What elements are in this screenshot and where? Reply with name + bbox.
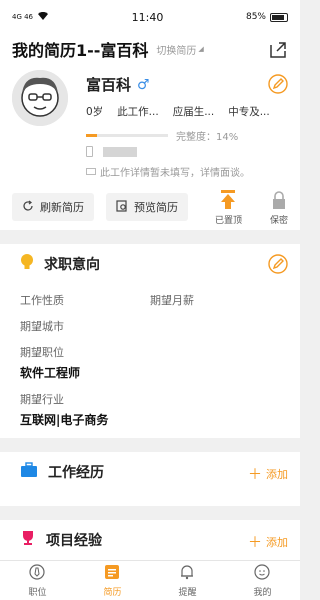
work-experience-header: 工作经历 ＋ 添加 bbox=[0, 452, 300, 492]
add-work-experience-button[interactable]: ＋ 添加 bbox=[248, 464, 288, 484]
work-experience-title: 工作经历 bbox=[48, 465, 104, 481]
page-title: 我的简历1--富百科 bbox=[12, 41, 149, 60]
bottom-tab-bar: 职位 简历 提醒 我的 bbox=[0, 560, 300, 600]
salary-label: 期望月薪 bbox=[150, 294, 194, 307]
name-row: 富百科 ♂ bbox=[86, 74, 150, 95]
preview-resume-button[interactable]: 预览简历 bbox=[106, 193, 188, 221]
job-intent-body: 工作性质 期望月薪 期望城市 期望职位 软件工程师 期望行业 互联网|电子商务 bbox=[0, 284, 300, 438]
divider bbox=[0, 438, 300, 452]
status-right: 85% bbox=[246, 12, 288, 22]
job-intent-section: 求职意向 工作性质 期望月薪 期望城市 期望职位 软件工程师 期望行业 互联网|… bbox=[0, 244, 300, 438]
signal-indicators: 4G 46 bbox=[12, 11, 49, 23]
industry-value: 互联网|电子商务 bbox=[20, 413, 109, 427]
network-label: 4G 46 bbox=[12, 13, 34, 21]
degree: 中专及... bbox=[228, 106, 270, 118]
job-intent-title: 求职意向 bbox=[44, 257, 100, 273]
plus-icon: ＋ bbox=[248, 535, 262, 551]
work-years: 此工作... bbox=[117, 106, 159, 118]
pinned-toggle[interactable]: 已置顶 bbox=[215, 190, 242, 226]
tab-reminders-label: 提醒 bbox=[178, 587, 197, 598]
gender-icon: ♂ bbox=[137, 76, 150, 93]
resume-icon bbox=[104, 564, 120, 583]
switch-resume-label: 切换简历 bbox=[156, 45, 197, 57]
position-value: 软件工程师 bbox=[20, 366, 81, 380]
lightbulb-icon bbox=[20, 253, 34, 275]
preview-resume-label: 预览简历 bbox=[134, 201, 178, 214]
tab-mine[interactable]: 我的 bbox=[253, 563, 272, 598]
bell-icon bbox=[179, 564, 195, 583]
avatar[interactable] bbox=[12, 70, 68, 126]
tab-resume[interactable]: 简历 bbox=[103, 564, 122, 598]
status-bar: 4G 46 11:40 85% bbox=[0, 0, 300, 34]
masked-contact bbox=[103, 146, 137, 157]
user-icon bbox=[254, 563, 271, 583]
user-name: 富百科 bbox=[86, 76, 132, 94]
note-text: 此工作详情暂未填写，详情面谈。 bbox=[100, 168, 250, 179]
wifi-icon bbox=[37, 11, 49, 23]
switch-resume-button[interactable]: 切换简历 ◢ bbox=[156, 42, 203, 57]
battery-icon bbox=[269, 12, 288, 22]
work-experience-section: 工作经历 ＋ 添加 bbox=[0, 452, 300, 506]
plus-icon: ＋ bbox=[248, 467, 262, 483]
add-project-button[interactable]: ＋ 添加 bbox=[248, 532, 288, 552]
refresh-icon bbox=[22, 200, 34, 215]
city-label: 期望城市 bbox=[20, 320, 64, 333]
completion-progress-bar bbox=[86, 134, 168, 137]
divider bbox=[0, 506, 300, 520]
project-experience-header: 项目经验 ＋ 添加 bbox=[0, 520, 300, 560]
edit-job-intent-icon[interactable] bbox=[268, 254, 288, 274]
pinned-label: 已置顶 bbox=[214, 216, 242, 226]
lock-icon bbox=[271, 190, 287, 213]
note-row: 此工作详情暂未填写，详情面谈。 bbox=[86, 164, 250, 179]
arrow-up-icon bbox=[219, 190, 237, 213]
triangle-icon: ◢ bbox=[198, 45, 204, 53]
private-label: 保密 bbox=[269, 216, 288, 226]
job-nature-label: 工作性质 bbox=[20, 294, 64, 307]
completion-progress-fill bbox=[86, 134, 98, 137]
tab-mine-label: 我的 bbox=[253, 587, 272, 598]
share-icon[interactable] bbox=[268, 40, 288, 60]
job-intent-header: 求职意向 bbox=[0, 244, 300, 284]
preview-icon bbox=[116, 199, 128, 215]
project-experience-title: 项目经验 bbox=[46, 533, 102, 549]
position-label: 期望职位 bbox=[20, 346, 64, 359]
tab-reminders[interactable]: 提醒 bbox=[178, 564, 197, 598]
tab-jobs[interactable]: 职位 bbox=[28, 563, 47, 598]
completion-row: 完整度：14% bbox=[86, 128, 238, 143]
age: 0岁 bbox=[86, 106, 104, 118]
edit-profile-icon[interactable] bbox=[268, 74, 288, 94]
private-toggle[interactable]: 保密 bbox=[270, 190, 288, 226]
briefcase-icon bbox=[20, 462, 38, 482]
add-work-label: 添加 bbox=[266, 468, 288, 481]
profile-card: 富百科 ♂ 0岁 此工作... 应届生... 中专及... 完整度：14% 此工… bbox=[0, 64, 300, 184]
basic-info-row: 0岁 此工作... 应届生... 中专及... bbox=[86, 104, 290, 119]
education-status: 应届生... bbox=[172, 106, 215, 118]
refresh-resume-label: 刷新简历 bbox=[40, 201, 84, 214]
mail-icon bbox=[86, 168, 96, 175]
clock: 11:40 bbox=[131, 10, 164, 24]
trophy-icon bbox=[20, 530, 36, 550]
add-project-label: 添加 bbox=[266, 536, 288, 549]
battery-level: 85% bbox=[245, 12, 266, 22]
divider bbox=[0, 230, 300, 244]
resume-actions: 刷新简历 预览简历 已置顶 保密 bbox=[0, 184, 300, 230]
tab-jobs-label: 职位 bbox=[28, 587, 47, 598]
tie-icon bbox=[29, 563, 46, 583]
phone-icon bbox=[86, 146, 93, 157]
tab-resume-label: 简历 bbox=[103, 587, 122, 598]
title-bar: 我的简历1--富百科 切换简历 ◢ bbox=[0, 34, 300, 64]
refresh-resume-button[interactable]: 刷新简历 bbox=[12, 193, 94, 221]
industry-label: 期望行业 bbox=[20, 393, 64, 406]
completion-label: 完整度：14% bbox=[176, 132, 239, 143]
contact-row bbox=[86, 146, 137, 157]
intent-row-nature-salary: 工作性质 期望月薪 bbox=[20, 292, 280, 308]
